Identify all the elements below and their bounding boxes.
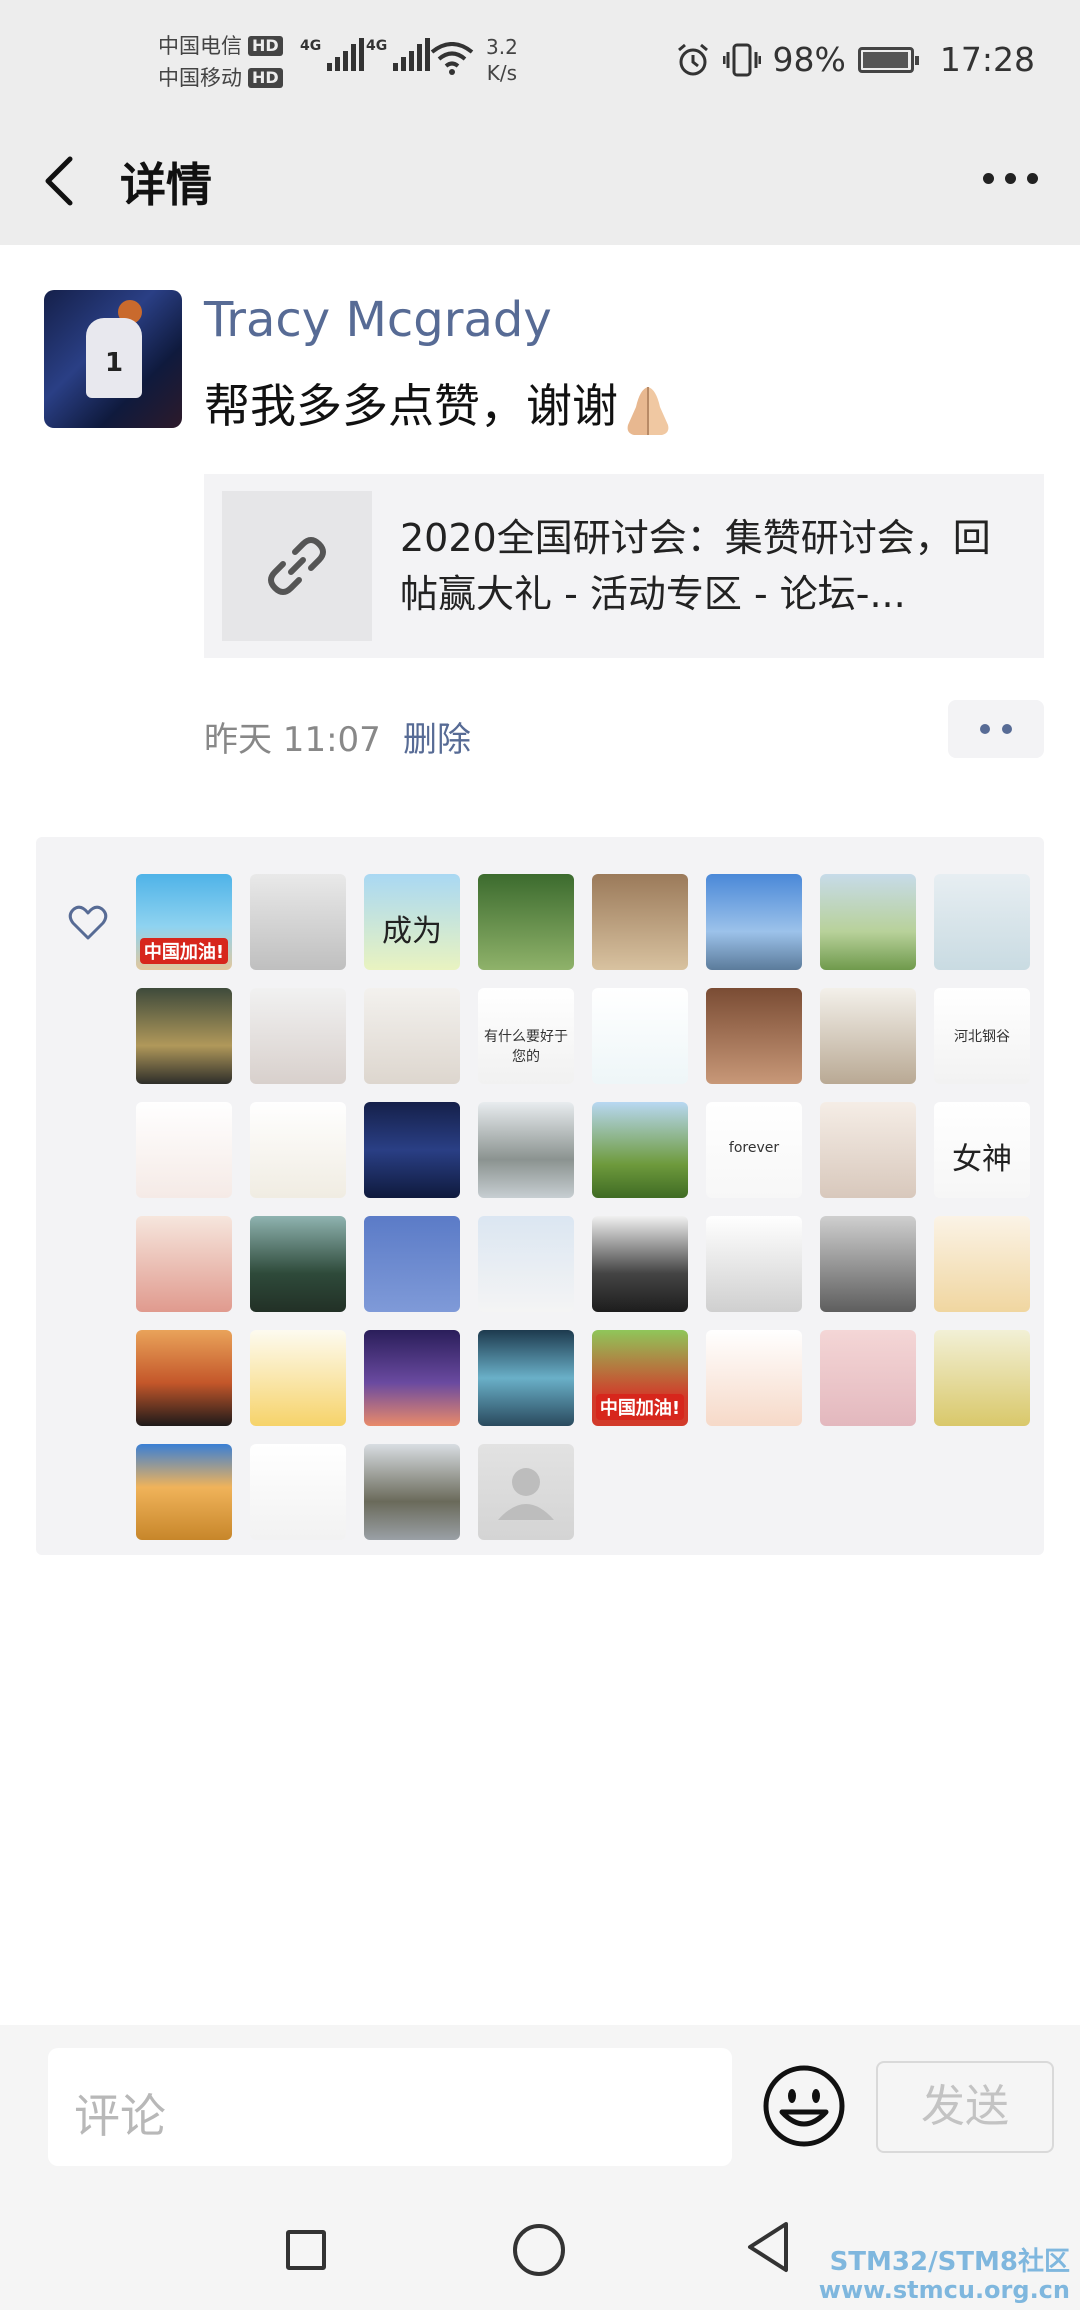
username[interactable]: Tracy Mcgrady	[204, 292, 552, 348]
liker-avatar[interactable]: 女神	[934, 1102, 1030, 1198]
comment-input[interactable]: 评论	[48, 2048, 732, 2166]
liker-avatar[interactable]: 中国加油!	[136, 874, 232, 970]
vibrate-icon	[722, 43, 761, 76]
liker-avatar[interactable]: 有什么要好于您的	[478, 988, 574, 1084]
liker-avatar-caption: 成为	[382, 914, 442, 949]
recent-apps-icon[interactable]	[286, 2230, 326, 2270]
home-icon[interactable]	[513, 2224, 565, 2276]
liker-avatar[interactable]	[820, 874, 916, 970]
liker-avatar[interactable]	[820, 1216, 916, 1312]
liker-avatar[interactable]	[820, 1330, 916, 1426]
alarm-icon	[677, 43, 708, 75]
liker-avatar[interactable]	[706, 988, 802, 1084]
liker-avatar[interactable]: 河北钢谷	[934, 988, 1030, 1084]
network-speed: 3.2 K/s	[486, 34, 518, 86]
liker-avatar-caption: forever	[728, 1140, 780, 1156]
link-card[interactable]: 2020全国研讨会：集赞研讨会，回帖赢大礼 - 活动专区 - 论坛-...	[204, 474, 1044, 658]
delete-link[interactable]: 删除	[403, 712, 471, 761]
liker-avatar[interactable]	[136, 1216, 232, 1312]
post-time: 昨天 11:07	[204, 720, 381, 760]
carrier-1: 中国电信	[158, 34, 242, 58]
page-title: 详情	[120, 158, 212, 212]
liker-avatar[interactable]	[934, 1216, 1030, 1312]
liker-avatar[interactable]	[934, 1330, 1030, 1426]
liker-avatar[interactable]	[250, 1102, 346, 1198]
signal-icon: 4G	[366, 38, 431, 71]
liker-avatar[interactable]	[136, 988, 232, 1084]
comment-like-menu-button[interactable]	[948, 700, 1044, 758]
watermark-line2: www.stmcu.org.cn	[818, 2276, 1070, 2304]
liker-avatar[interactable]	[250, 1444, 346, 1540]
default-user-icon	[498, 1468, 554, 1520]
more-options-icon[interactable]	[983, 173, 1038, 184]
watermark: STM32/STM8社区 www.stmcu.org.cn	[819, 2248, 1070, 2304]
heart-icon	[68, 905, 108, 940]
liker-avatar[interactable]	[706, 1330, 802, 1426]
liker-avatar-caption: 女神	[952, 1142, 1012, 1177]
liker-avatar[interactable]	[592, 874, 688, 970]
liker-avatar[interactable]	[364, 988, 460, 1084]
battery-percent: 98%	[772, 40, 846, 79]
emoji-icon[interactable]	[762, 2064, 846, 2148]
liker-avatar[interactable]	[820, 1102, 916, 1198]
praying-hands-emoji-icon	[618, 381, 678, 439]
liker-avatar[interactable]	[478, 1216, 574, 1312]
liker-avatar[interactable]	[136, 1330, 232, 1426]
status-bar: 中国电信 HD 中国移动 HD 4G 4G 3.2 K/s 98% 17:28	[0, 0, 1080, 125]
hd-badge: HD	[248, 68, 283, 88]
liker-avatar-caption: 有什么要好于您的	[484, 1029, 568, 1065]
link-icon	[222, 491, 372, 641]
liker-avatar[interactable]	[592, 988, 688, 1084]
liker-avatar[interactable]	[934, 874, 1030, 970]
clock: 17:28	[939, 40, 1035, 79]
liker-avatar[interactable]	[592, 1102, 688, 1198]
speed-unit: K/s	[486, 61, 518, 85]
wifi-icon	[430, 42, 474, 75]
avatar[interactable]: 1	[44, 290, 182, 428]
liker-avatar[interactable]	[250, 1330, 346, 1426]
liker-avatar[interactable]	[478, 1444, 574, 1540]
liker-avatar[interactable]	[136, 1102, 232, 1198]
liker-avatar[interactable]	[820, 988, 916, 1084]
liker-avatar[interactable]	[364, 1102, 460, 1198]
liker-avatar[interactable]	[706, 1216, 802, 1312]
post-content: 帮我多多点赞，谢谢	[204, 370, 678, 439]
carrier-info: 中国电信 HD 中国移动 HD	[158, 30, 283, 94]
liker-avatar[interactable]: 成为	[364, 874, 460, 970]
liker-avatar[interactable]	[250, 988, 346, 1084]
liker-avatar-caption: 中国加油!	[140, 938, 228, 964]
network-type: 4G	[366, 38, 388, 54]
liker-avatar[interactable]: 中国加油!	[592, 1330, 688, 1426]
watermark-line1: STM32/STM8社区	[829, 2247, 1070, 2277]
hd-badge: HD	[248, 36, 283, 56]
speed-value: 3.2	[486, 35, 518, 59]
liker-avatar-caption: 中国加油!	[596, 1394, 684, 1420]
network-type: 4G	[300, 38, 322, 54]
liker-avatar[interactable]	[706, 874, 802, 970]
carrier-2: 中国移动	[158, 66, 242, 90]
liker-avatar[interactable]	[592, 1216, 688, 1312]
back-icon[interactable]	[40, 151, 80, 211]
liker-avatar[interactable]	[478, 874, 574, 970]
signal-icon: 4G	[300, 38, 365, 71]
status-right: 98% 17:28	[675, 40, 1035, 79]
liker-avatar-caption: 河北钢谷	[954, 1029, 1010, 1045]
send-button[interactable]: 发送	[876, 2061, 1054, 2153]
liker-avatar[interactable]	[478, 1330, 574, 1426]
liker-avatar[interactable]	[250, 874, 346, 970]
link-title: 2020全国研讨会：集赞研讨会，回帖赢大礼 - 活动专区 - 论坛-...	[400, 516, 991, 616]
nav-back-icon[interactable]	[744, 2220, 792, 2274]
liker-avatar[interactable]	[478, 1102, 574, 1198]
liker-avatar[interactable]	[364, 1216, 460, 1312]
liker-avatar[interactable]	[364, 1444, 460, 1540]
liker-avatar[interactable]	[250, 1216, 346, 1312]
nav-bar: 详情	[0, 125, 1080, 245]
liker-avatar[interactable]	[136, 1444, 232, 1540]
post-text: 帮我多多点赞，谢谢	[204, 379, 618, 433]
battery-icon	[857, 46, 919, 73]
liker-avatar[interactable]: forever	[706, 1102, 802, 1198]
comment-placeholder: 评论	[74, 2089, 166, 2143]
liker-avatar[interactable]	[364, 1330, 460, 1426]
